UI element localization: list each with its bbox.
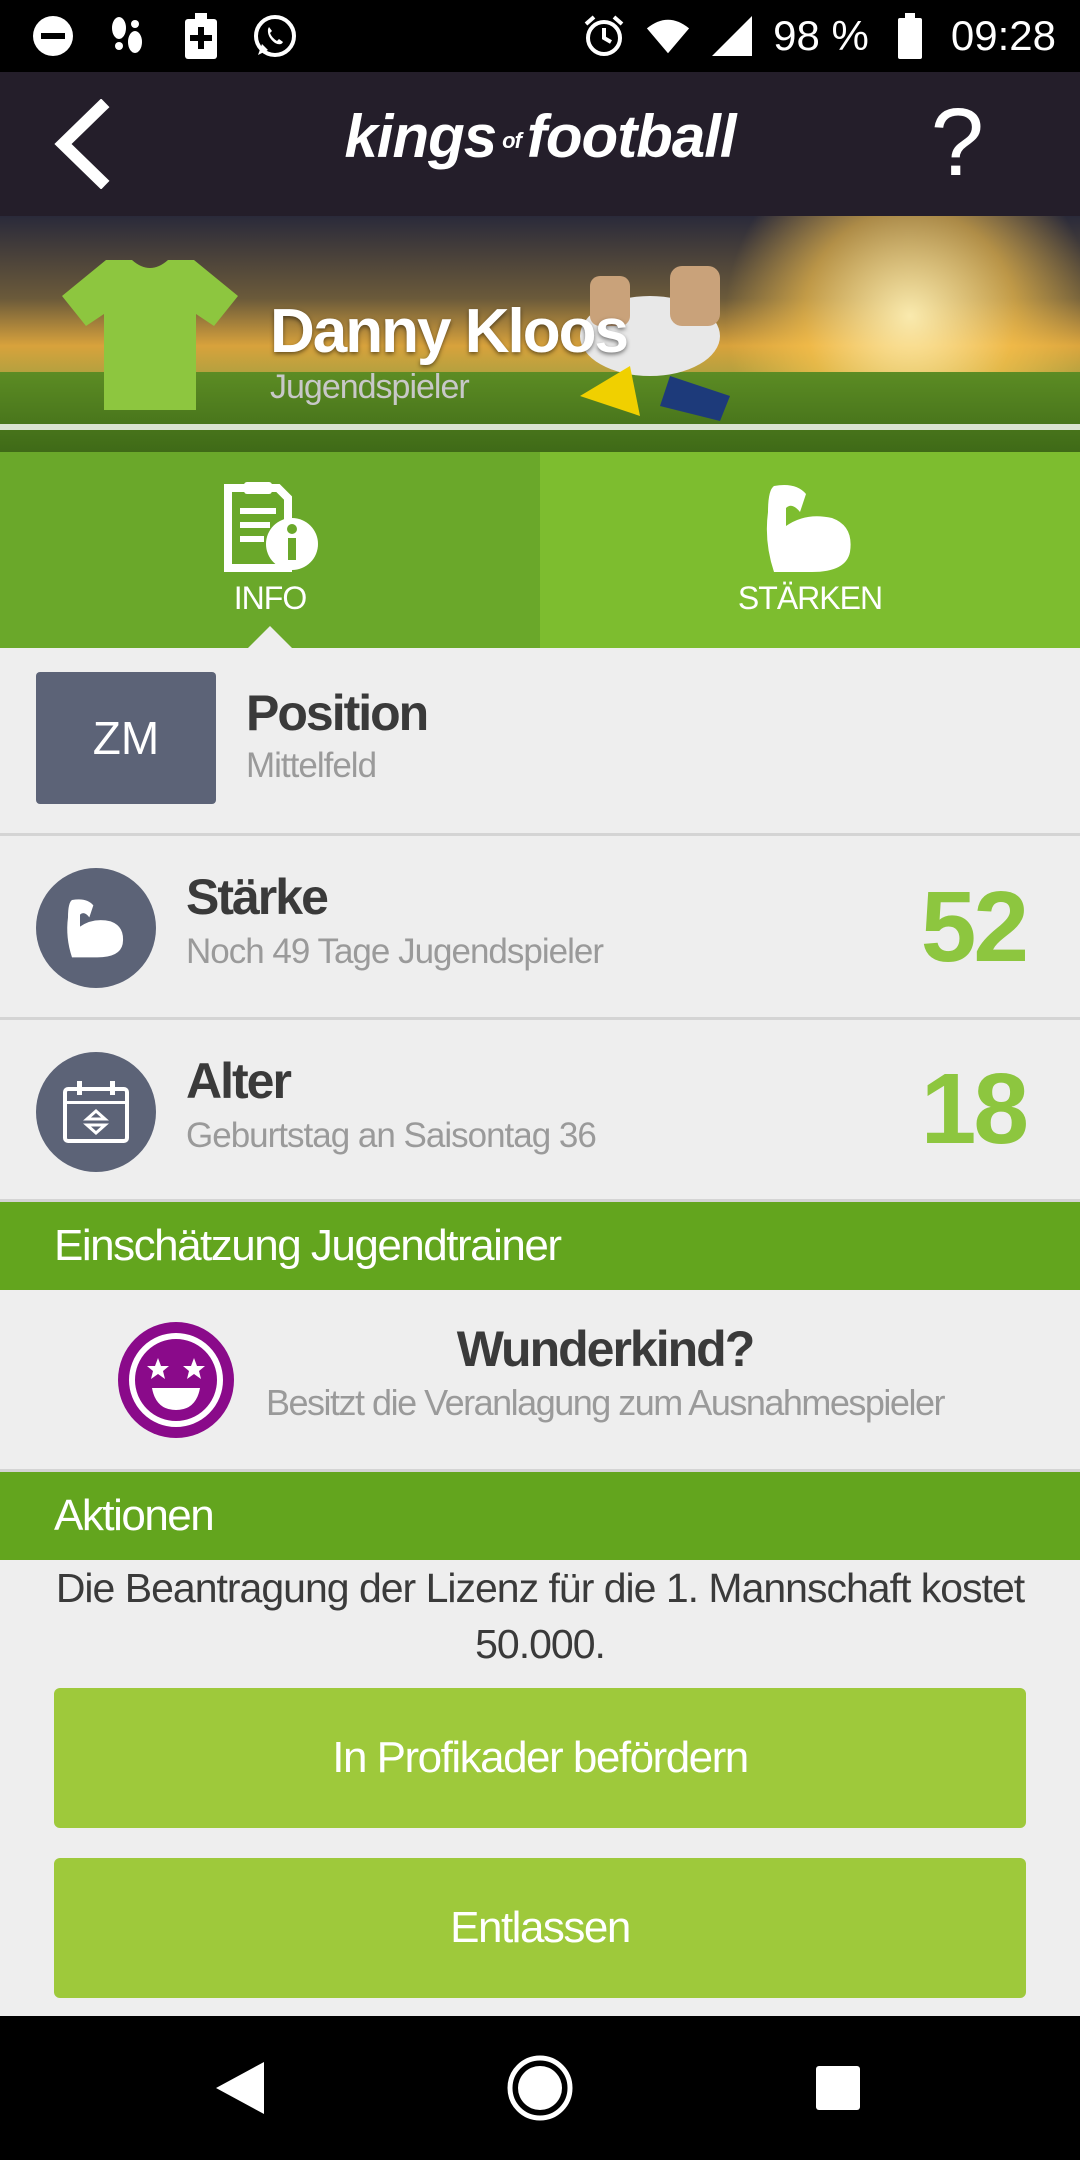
position-badge: ZM (36, 672, 216, 804)
strength-row: Stärke Noch 49 Tage Jugendspieler 52 (0, 836, 1080, 1020)
age-value: 18 (920, 1053, 1029, 1165)
player-name: Danny Kloos (270, 297, 629, 366)
tab-info-label: INFO (233, 580, 307, 616)
status-bar: 98 % 09:28 (0, 0, 1080, 72)
battery-percent: 98 % (773, 12, 869, 59)
tab-info[interactable]: INFO (0, 452, 540, 648)
whatsapp-icon (252, 13, 298, 59)
system-nav-bar (0, 2016, 1080, 2160)
actions-section-header: Aktionen (0, 1472, 1080, 1560)
active-tab-indicator (248, 626, 292, 648)
strength-value: 52 (920, 871, 1029, 983)
position-value: Mittelfeld (246, 746, 377, 785)
age-row: Alter Geburtstag an Saisontag 36 18 (0, 1020, 1080, 1202)
player-role: Jugendspieler (270, 368, 470, 406)
help-button[interactable]: ? (931, 88, 984, 198)
tab-bar: INFO STÄRKEN (0, 452, 1080, 648)
age-subtitle: Geburtstag an Saisontag 36 (186, 1116, 597, 1155)
dismiss-button[interactable]: Entlassen (54, 1858, 1026, 1998)
alarm-icon (581, 13, 627, 59)
logo-of: of (502, 128, 522, 154)
license-cost-text: Die Beantragung der Lizenz für die 1. Ma… (55, 1565, 1025, 1667)
calendar-icon (63, 1081, 129, 1143)
logo-football: football (526, 103, 737, 170)
nav-home-button[interactable] (504, 2052, 576, 2124)
jersey-icon (62, 260, 238, 410)
minus-circle-icon (30, 13, 76, 59)
info-document-icon (224, 482, 318, 572)
tab-staerken[interactable]: STÄRKEN (540, 452, 1080, 648)
assessment-row: Wunderkind? Besitzt die Veranlagung zum … (0, 1290, 1080, 1472)
tab-staerken-label: STÄRKEN (737, 580, 883, 616)
age-title: Alter (186, 1053, 292, 1109)
app-bar: kings of football ? (0, 72, 1080, 216)
battery-plus-icon (178, 13, 224, 59)
nav-recents-button[interactable] (802, 2052, 874, 2124)
strength-icon-badge (36, 868, 156, 988)
position-row: ZM Position Mittelfeld (0, 648, 1080, 836)
status-left-icons (30, 0, 298, 72)
triangle-back-icon (216, 2062, 264, 2114)
nav-back-button[interactable] (204, 2052, 276, 2124)
assessment-title: Wunderkind? (456, 1321, 756, 1377)
wifi-icon (645, 13, 691, 59)
muscle-icon (766, 485, 851, 572)
assessment-subtitle: Besitzt die Veranlagung zum Ausnahmespie… (266, 1382, 945, 1423)
player-header: Danny Kloos Jugendspieler (0, 216, 1080, 452)
signal-icon (709, 13, 755, 59)
status-right: 98 % 09:28 (581, 0, 1056, 72)
circle-home-icon (507, 2055, 573, 2121)
battery-icon (887, 13, 933, 59)
steps-icon (104, 13, 150, 59)
app-logo: kings of football (0, 102, 1080, 171)
strength-title: Stärke (186, 869, 329, 925)
clock: 09:28 (950, 12, 1056, 59)
age-icon-badge (36, 1052, 156, 1172)
square-recents-icon (816, 2066, 860, 2110)
position-title: Position (246, 685, 429, 741)
muscle-icon (67, 899, 124, 958)
strength-subtitle: Noch 49 Tage Jugendspieler (186, 932, 604, 971)
promote-button[interactable]: In Profikader befördern (54, 1688, 1026, 1828)
logo-kings: kings (344, 103, 497, 170)
assessment-section-header: Einschätzung Jugendtrainer (0, 1202, 1080, 1290)
